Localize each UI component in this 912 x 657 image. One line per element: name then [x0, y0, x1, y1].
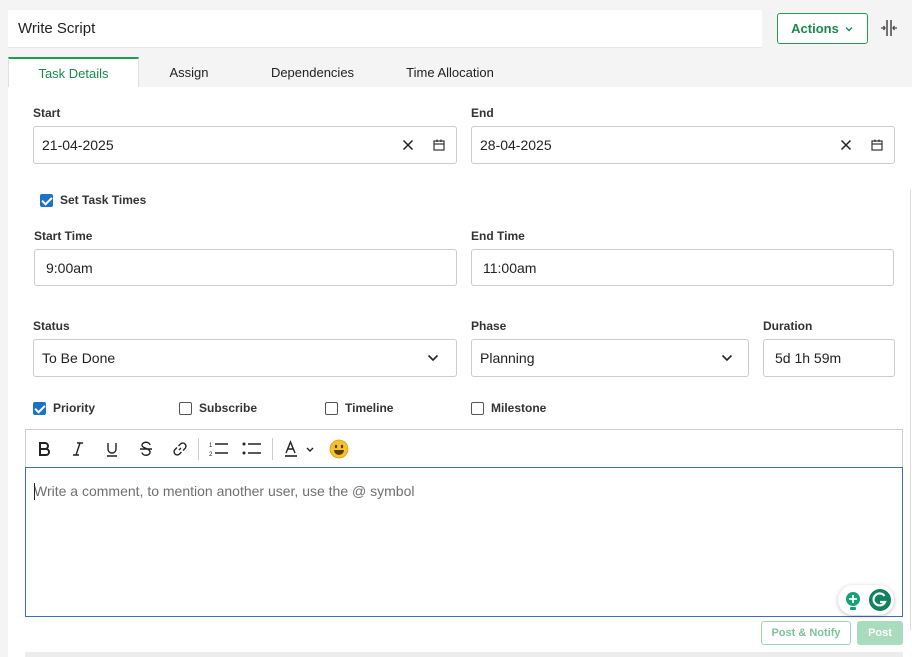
end-date-value: 28-04-2025 — [480, 137, 552, 153]
duration-value: 5d 1h 59m — [775, 350, 842, 366]
post-and-notify-button[interactable]: Post & Notify — [761, 621, 851, 645]
priority-label: Priority — [53, 401, 96, 415]
status-select[interactable]: To Be Done — [33, 339, 457, 377]
timeline-checkbox[interactable] — [325, 402, 338, 415]
strikethrough-icon[interactable] — [134, 430, 158, 468]
toolbar-divider — [198, 438, 199, 460]
bottom-divider — [25, 652, 903, 657]
clear-icon[interactable] — [840, 139, 852, 151]
start-date-value: 21-04-2025 — [42, 137, 114, 153]
grammarly-icon[interactable] — [868, 588, 892, 612]
chevron-down-icon — [427, 354, 439, 362]
start-date-field[interactable]: 21-04-2025 — [33, 126, 457, 164]
phase-select[interactable]: Planning — [471, 339, 749, 377]
end-date-label: End — [471, 106, 494, 120]
task-title-bar[interactable]: Write Script — [8, 10, 762, 48]
lightbulb-icon[interactable] — [844, 591, 862, 611]
calendar-icon[interactable] — [870, 138, 884, 152]
tab-bar: Task Details Assign Dependencies Time Al… — [8, 57, 514, 87]
chevron-down-icon — [845, 26, 853, 31]
subscribe-label: Subscribe — [199, 401, 258, 415]
task-title[interactable]: Write Script — [18, 20, 95, 37]
start-time-value: 9:00am — [46, 259, 93, 276]
italic-icon[interactable] — [66, 430, 90, 468]
end-time-label: End Time — [471, 229, 525, 243]
comment-editor[interactable]: Write a comment, to mention another user… — [25, 467, 903, 617]
toolbar-divider — [272, 438, 273, 460]
status-label: Status — [33, 319, 70, 333]
duration-field[interactable]: 5d 1h 59m — [763, 339, 895, 377]
scrollbar-track[interactable] — [910, 190, 911, 630]
duration-label: Duration — [763, 319, 813, 333]
text-caret — [34, 483, 35, 500]
set-task-times-label: Set Task Times — [60, 193, 147, 207]
milestone-checkbox[interactable] — [471, 402, 484, 415]
editor-toolbar: 12 — [25, 429, 903, 467]
post-button[interactable]: Post — [857, 621, 903, 645]
end-date-field[interactable]: 28-04-2025 — [471, 126, 895, 164]
priority-checkbox[interactable] — [33, 402, 46, 415]
clear-icon[interactable] — [402, 139, 414, 151]
bold-icon[interactable] — [32, 430, 56, 468]
start-time-label: Start Time — [34, 229, 93, 243]
tab-assign[interactable]: Assign — [139, 57, 239, 87]
actions-button[interactable]: Actions — [777, 13, 868, 44]
emoji-icon[interactable] — [326, 430, 352, 468]
phase-value: Planning — [480, 350, 535, 366]
set-task-times-checkbox[interactable] — [40, 194, 53, 207]
comment-placeholder: Write a comment, to mention another user… — [34, 483, 415, 499]
timeline-label: Timeline — [345, 401, 394, 415]
chevron-down-icon — [721, 354, 733, 362]
bullet-list-icon[interactable] — [239, 430, 265, 468]
milestone-label: Milestone — [491, 401, 547, 415]
end-time-value: 11:00am — [483, 259, 537, 276]
tab-dependencies[interactable]: Dependencies — [239, 57, 386, 87]
svg-text:2: 2 — [209, 452, 213, 458]
calendar-icon[interactable] — [432, 138, 446, 152]
status-value: To Be Done — [42, 350, 116, 366]
phase-label: Phase — [471, 319, 507, 333]
tab-task-details[interactable]: Task Details — [8, 57, 139, 87]
underline-icon[interactable] — [100, 430, 124, 468]
start-time-field[interactable]: 9:00am — [34, 249, 457, 286]
start-date-label: Start — [33, 106, 61, 120]
svg-text:1: 1 — [209, 443, 213, 449]
link-icon[interactable] — [168, 430, 192, 468]
grammarly-widget[interactable] — [838, 585, 894, 615]
actions-button-label: Actions — [791, 21, 839, 36]
tab-time-allocation[interactable]: Time Allocation — [386, 57, 514, 87]
text-color-icon[interactable] — [280, 430, 320, 468]
split-view-icon[interactable] — [880, 18, 898, 38]
ordered-list-icon[interactable]: 12 — [206, 430, 232, 468]
end-time-field[interactable]: 11:00am — [471, 249, 894, 286]
subscribe-checkbox[interactable] — [179, 402, 192, 415]
